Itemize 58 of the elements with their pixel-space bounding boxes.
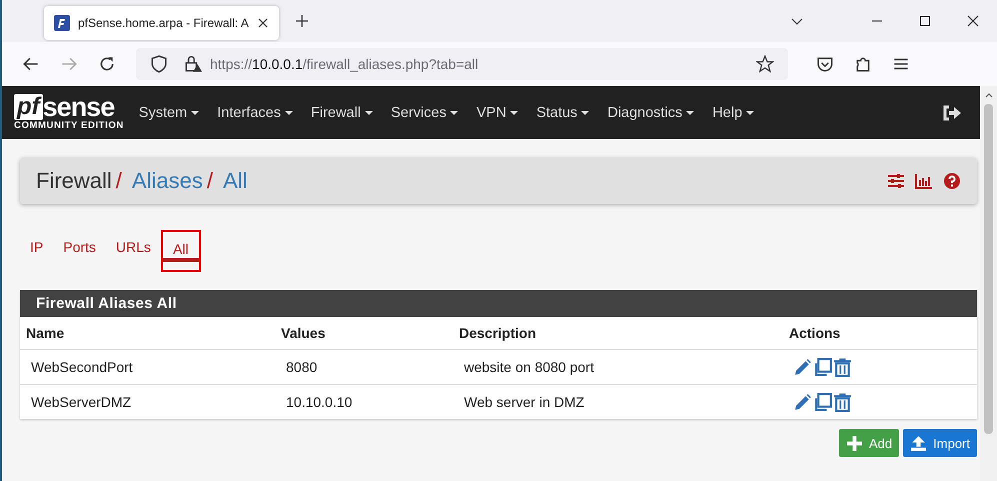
new-tab-icon[interactable] — [294, 14, 309, 28]
menu-item[interactable]: Services — [382, 104, 468, 120]
copy-icon[interactable] — [813, 392, 832, 412]
copy-icon[interactable] — [813, 358, 832, 376]
back-icon[interactable] — [22, 55, 40, 73]
bar-chart-icon[interactable] — [915, 173, 933, 189]
menu-item[interactable]: Help — [703, 104, 764, 120]
import-button[interactable]: Import — [903, 429, 977, 457]
panel-title: Firewall Aliases All — [20, 290, 977, 317]
column-header: Name — [25, 325, 66, 341]
logout-icon[interactable] — [942, 104, 962, 120]
scroll-up-icon[interactable] — [984, 92, 992, 98]
table-cell-text: 8080 — [285, 359, 318, 375]
address-bar[interactable]: https://10.0.0.1/firewall_aliases.php?tab=all — [136, 48, 788, 80]
trash-icon[interactable] — [833, 392, 852, 412]
pfsense-favicon-icon — [54, 15, 70, 31]
maximize-icon[interactable] — [919, 15, 931, 27]
star-icon[interactable] — [756, 55, 774, 73]
reload-icon[interactable] — [98, 55, 116, 73]
tab[interactable]: IP — [20, 230, 54, 272]
sliders-icon[interactable] — [887, 173, 905, 189]
pencil-icon[interactable] — [793, 358, 812, 376]
url-text: https://10.0.0.1/firewall_aliases.php?tab=all — [210, 56, 478, 72]
pocket-icon[interactable] — [816, 55, 834, 73]
plus-icon — [846, 434, 864, 452]
tab[interactable]: URLs — [106, 230, 161, 272]
trash-icon[interactable] — [833, 358, 852, 376]
upload-icon — [910, 434, 928, 452]
help-icon[interactable] — [943, 173, 961, 189]
puzzle-icon[interactable] — [854, 55, 872, 73]
close-icon[interactable] — [256, 17, 269, 29]
shield-icon — [150, 55, 168, 73]
table-cell-text: 10.10.0.10 — [285, 394, 354, 410]
menu-item[interactable]: Status — [527, 104, 598, 120]
menu-item[interactable]: System — [130, 104, 208, 120]
breadcrumb-text: Firewall — [36, 168, 112, 194]
lock-warning-icon — [184, 55, 202, 73]
browser-tab[interactable]: pfSense.home.arpa - Firewall: A — [44, 6, 279, 40]
scrollbar-thumb[interactable] — [984, 104, 993, 434]
pfsense-logo[interactable]: pfsense COMMUNITY EDITION — [14, 94, 124, 131]
column-header: Actions — [789, 325, 840, 341]
column-header: Description — [459, 325, 538, 341]
menu-item[interactable]: VPN — [467, 104, 528, 120]
table-cell-text: WebSecondPort — [30, 359, 134, 375]
menu-item[interactable]: Diagnostics — [598, 104, 704, 120]
table-cell-text: Web server in DMZ — [463, 394, 586, 410]
breadcrumb-separator: / — [116, 168, 122, 194]
table-cell-text: website on 8080 port — [463, 359, 595, 375]
breadcrumb-separator: / — [206, 168, 213, 194]
menu-item[interactable]: Firewall — [302, 104, 382, 120]
menu-item[interactable]: Interfaces — [208, 104, 302, 120]
tab-title: pfSense.home.arpa - Firewall: A — [78, 16, 249, 30]
tab[interactable]: Ports — [53, 230, 106, 272]
tab[interactable]: All — [160, 230, 200, 272]
close-icon[interactable] — [967, 15, 979, 27]
pencil-icon[interactable] — [793, 392, 812, 412]
table-cell-text: WebServerDMZ — [30, 394, 132, 410]
column-header: Values — [281, 325, 326, 341]
